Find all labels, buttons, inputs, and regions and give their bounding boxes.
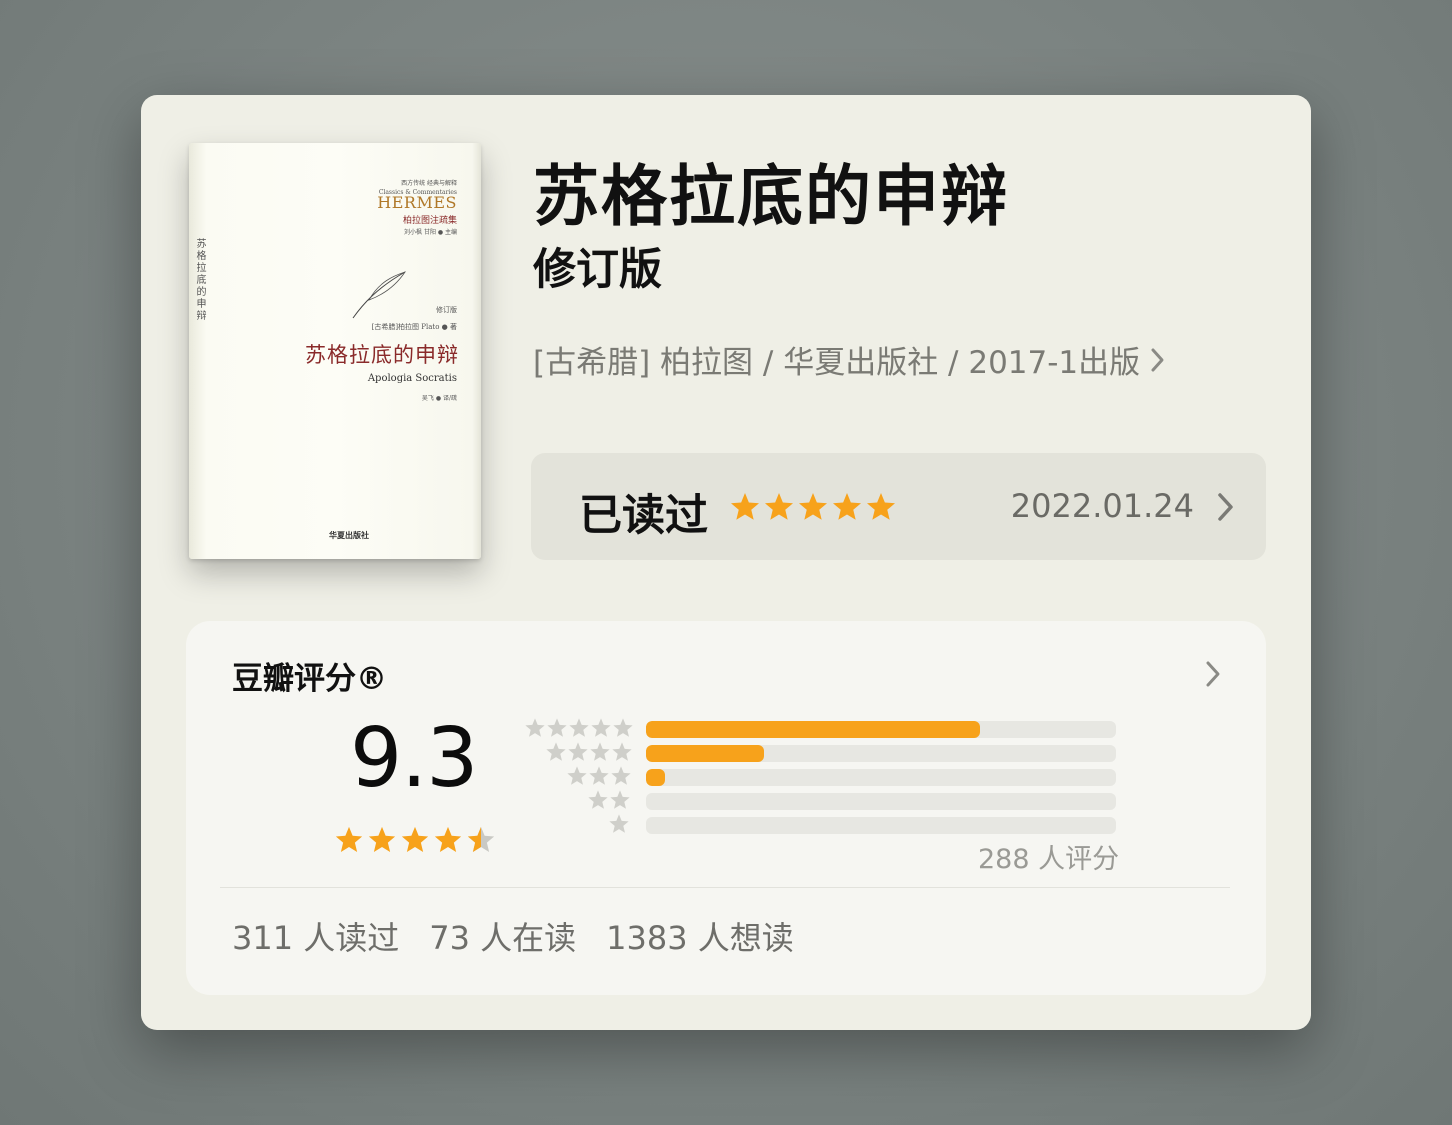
star-icon	[731, 493, 759, 520]
book-subtitle: 修订版	[533, 245, 662, 295]
book-meta-link[interactable]: [古希腊] 柏拉图 / 华夏出版社 / 2017-1出版	[533, 337, 1166, 382]
cover-title: 苏格拉底的申辩	[305, 343, 459, 367]
read-status-label: 已读过	[579, 491, 708, 541]
histogram-bar-5-star	[646, 721, 980, 738]
book-card: 苏格拉底的申辩 西方传统 经典与解释 Classics & Commentari…	[141, 95, 1311, 1030]
cover-editors: 刘小枫 甘阳 ● 主编	[404, 229, 457, 236]
star-icon	[335, 826, 363, 852]
star-icon	[569, 718, 589, 737]
douban-rating-panel[interactable]: 豆瓣评分® 9.3 288 人评分 311 人读过 73 人在读 1383 人想…	[186, 621, 1266, 995]
stat-read[interactable]: 311 人读过	[232, 913, 399, 959]
star-icon	[613, 718, 633, 737]
star-icon	[434, 826, 462, 852]
histogram-star-label	[608, 813, 630, 835]
histogram-bar-track	[646, 817, 1116, 834]
cover-spine-text: 苏格拉底的申辩	[194, 238, 205, 322]
star-icon	[588, 790, 608, 809]
star-icon	[765, 493, 793, 520]
cover-brand: HERMES	[377, 193, 457, 212]
star-icon	[799, 493, 827, 520]
cover-publisher: 华夏出版社	[329, 530, 369, 540]
reader-stats: 311 人读过 73 人在读 1383 人想读	[232, 913, 794, 959]
star-icon	[368, 826, 396, 852]
rating-count: 288 人评分	[978, 844, 1120, 875]
star-icon	[589, 766, 609, 785]
half-star-icon	[467, 826, 495, 852]
read-status-row[interactable]: 已读过 2022.01.24	[531, 453, 1266, 560]
book-cover[interactable]: 苏格拉底的申辩 西方传统 经典与解释 Classics & Commentari…	[189, 143, 481, 559]
star-icon	[525, 718, 545, 737]
star-icon	[568, 742, 588, 761]
cover-translator: 吴飞 ● 译/疏	[421, 395, 457, 402]
read-date: 2022.01.24	[1010, 487, 1194, 525]
feather-icon	[352, 271, 406, 319]
cover-top-line-1: 西方传统 经典与解释	[401, 180, 457, 187]
star-icon	[401, 826, 429, 852]
histogram-bar-track	[646, 745, 1116, 762]
cover-edition: 修订版	[436, 306, 457, 314]
histogram-bar-track	[646, 769, 1116, 786]
rating-score-stars	[334, 825, 496, 855]
divider	[220, 887, 1230, 888]
star-icon	[547, 718, 567, 737]
star-icon	[833, 493, 861, 520]
cover-author: [古希腊]柏拉图 Plato ● 著	[371, 323, 457, 331]
histogram-star-label	[545, 741, 633, 763]
user-rating-stars	[729, 491, 897, 523]
star-icon	[609, 814, 629, 833]
histogram-bar-3-star	[646, 769, 665, 786]
histogram-bar-4-star	[646, 745, 764, 762]
histogram-bar-track	[646, 721, 1116, 738]
rating-panel-title: 豆瓣评分®	[232, 661, 387, 697]
chevron-right-icon[interactable]	[1204, 659, 1222, 689]
star-icon	[546, 742, 566, 761]
histogram-bar-track	[646, 793, 1116, 810]
star-icon	[567, 766, 587, 785]
histogram-star-label	[524, 717, 634, 739]
star-icon	[590, 742, 610, 761]
star-icon	[867, 493, 895, 520]
chevron-right-icon	[1151, 348, 1164, 371]
star-icon	[611, 766, 631, 785]
book-title: 苏格拉底的申辩	[533, 158, 1009, 235]
star-icon	[591, 718, 611, 737]
histogram-star-label	[587, 789, 631, 811]
stat-want[interactable]: 1383 人想读	[606, 913, 794, 959]
cover-latin-title: Apologia Socratis	[367, 373, 457, 384]
histogram-star-label	[566, 765, 632, 787]
rating-score: 9.3	[350, 711, 478, 806]
chevron-right-icon	[1218, 493, 1233, 521]
star-icon	[612, 742, 632, 761]
stat-reading[interactable]: 73 人在读	[429, 913, 576, 959]
cover-series: 柏拉图注疏集	[402, 216, 457, 226]
book-meta-text: [古希腊] 柏拉图 / 华夏出版社 / 2017-1出版	[533, 345, 1141, 381]
star-icon	[610, 790, 630, 809]
